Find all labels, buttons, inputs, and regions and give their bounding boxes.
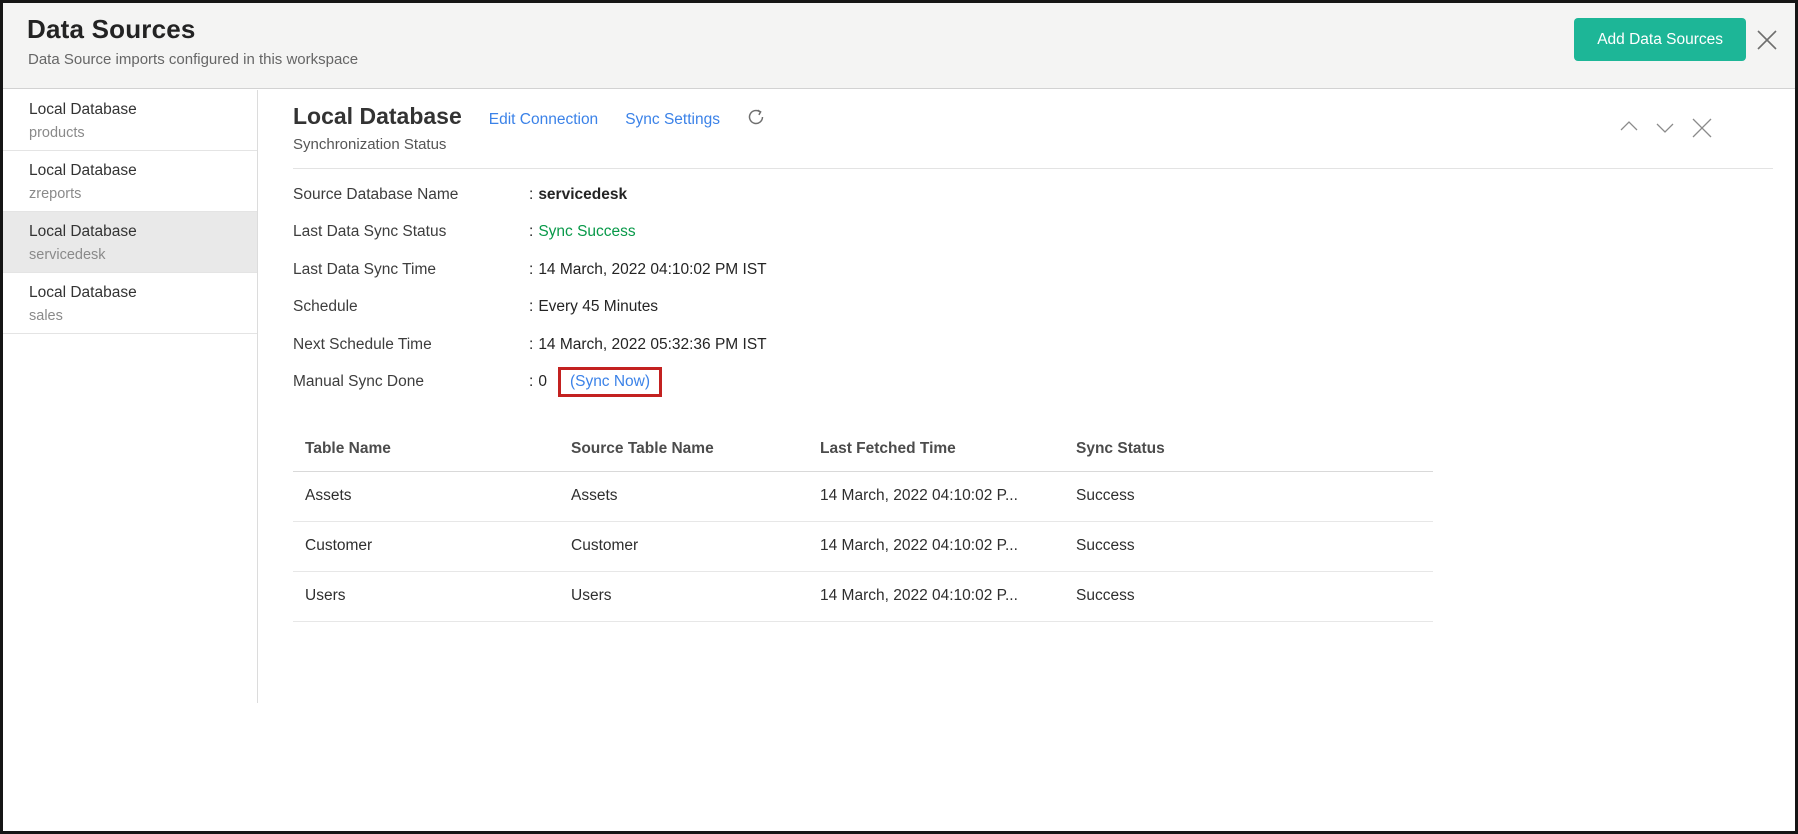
data-sources-dialog: Data Sources Data Source imports configu… [0,0,1798,834]
cell-source-table-name: Users [559,571,808,621]
last-sync-time-value: 14 March, 2022 04:10:02 PM IST [538,261,766,278]
page-title: Data Sources [27,14,196,45]
close-detail-icon[interactable] [1689,115,1715,141]
chevron-down-icon[interactable] [1653,115,1677,139]
chevron-up-icon[interactable] [1617,115,1641,139]
detail-panel-controls [1617,115,1715,141]
data-source-type: Local Database [29,281,247,305]
col-sync-status: Sync Status [1064,428,1433,471]
data-source-name: sales [29,305,247,327]
data-source-name: servicedesk [29,244,247,266]
source-database-name-value: servicedesk [538,186,627,203]
cell-sync-status: Success [1064,571,1433,621]
cell-last-fetched-time: 14 March, 2022 04:10:02 P... [808,521,1064,571]
sync-settings-link[interactable]: Sync Settings [625,111,720,129]
cell-sync-status: Success [1064,521,1433,571]
page-subtitle: Data Source imports configured in this w… [28,51,358,68]
refresh-icon[interactable] [746,107,766,132]
data-source-type: Local Database [29,98,247,122]
table-row: Assets Assets 14 March, 2022 04:10:02 P.… [293,471,1433,521]
cell-last-fetched-time: 14 March, 2022 04:10:02 P... [808,471,1064,521]
cell-table-name: Customer [293,521,559,571]
sidebar-item-servicedesk[interactable]: Local Database servicedesk [3,212,257,273]
next-schedule-time-value: 14 March, 2022 05:32:36 PM IST [538,336,766,353]
table-header-row: Table Name Source Table Name Last Fetche… [293,428,1433,471]
col-table-name: Table Name [293,428,559,471]
cell-table-name: Assets [293,471,559,521]
data-source-type: Local Database [29,159,247,183]
cell-table-name: Users [293,571,559,621]
col-source-table-name: Source Table Name [559,428,808,471]
detail-header: Local Database Edit Connection Sync Sett… [293,103,1795,130]
data-source-name: zreports [29,183,247,205]
field-source-database-name: Source Database Name :servicedesk [293,176,1795,214]
col-last-fetched-time: Last Fetched Time [808,428,1064,471]
edit-connection-link[interactable]: Edit Connection [489,111,598,129]
field-schedule: Schedule :Every 45 Minutes [293,289,1795,327]
section-divider [293,168,1773,169]
field-manual-sync-done: Manual Sync Done :0 (Sync Now) [293,364,1795,402]
cell-source-table-name: Customer [559,521,808,571]
schedule-value: Every 45 Minutes [538,298,658,315]
sidebar-item-sales[interactable]: Local Database sales [3,273,257,334]
cell-source-table-name: Assets [559,471,808,521]
field-last-data-sync-status: Last Data Sync Status :Sync Success [293,214,1795,252]
data-source-type: Local Database [29,220,247,244]
data-source-list: Local Database products Local Database z… [3,90,258,703]
detail-title: Local Database [293,103,462,130]
cell-sync-status: Success [1064,471,1433,521]
manual-sync-count: 0 [538,373,547,390]
field-next-schedule-time: Next Schedule Time :14 March, 2022 05:32… [293,326,1795,364]
sync-status-fields: Source Database Name :servicedesk Last D… [293,176,1795,401]
dialog-header: Data Sources Data Source imports configu… [3,3,1795,89]
sidebar-item-zreports[interactable]: Local Database zreports [3,151,257,212]
add-data-sources-button[interactable]: Add Data Sources [1574,18,1746,61]
data-source-detail: Local Database Edit Connection Sync Sett… [259,90,1795,831]
sync-now-link[interactable]: (Sync Now) [570,373,650,391]
sync-status-value: Sync Success [538,223,635,240]
field-last-data-sync-time: Last Data Sync Time :14 March, 2022 04:1… [293,251,1795,289]
cell-last-fetched-time: 14 March, 2022 04:10:02 P... [808,571,1064,621]
close-icon[interactable] [1753,26,1781,54]
section-label: Synchronization Status [293,136,1795,153]
table-row: Customer Customer 14 March, 2022 04:10:0… [293,521,1433,571]
tables-sync-table: Table Name Source Table Name Last Fetche… [293,428,1433,622]
sync-now-highlight-box: (Sync Now) [558,367,662,397]
table-row: Users Users 14 March, 2022 04:10:02 P...… [293,571,1433,621]
data-source-name: products [29,122,247,144]
sidebar-item-products[interactable]: Local Database products [3,90,257,151]
